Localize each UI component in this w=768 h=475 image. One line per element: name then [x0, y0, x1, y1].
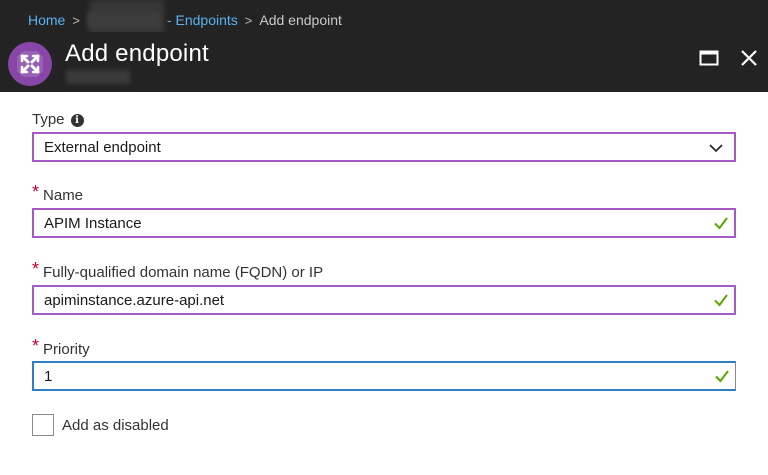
breadcrumb-separator: >	[244, 12, 253, 28]
priority-label: * Priority	[32, 336, 90, 359]
valid-check-icon	[715, 370, 729, 383]
name-input-value: APIM Instance	[44, 215, 142, 232]
priority-label-text: Priority	[43, 341, 90, 358]
page-title: Add endpoint	[65, 40, 209, 67]
priority-input[interactable]: 1	[32, 361, 736, 391]
breadcrumb-endpoints-link[interactable]: - Endpoints	[167, 12, 238, 28]
maximize-icon[interactable]	[697, 46, 721, 70]
valid-check-icon	[714, 217, 728, 230]
required-asterisk: *	[32, 182, 40, 202]
required-asterisk: *	[32, 259, 40, 279]
breadcrumb-redacted-item	[86, 12, 161, 28]
add-as-disabled-checkbox[interactable]	[32, 414, 54, 436]
priority-input-value: 1	[44, 368, 53, 385]
breadcrumb-home-link[interactable]: Home	[28, 12, 65, 28]
traffic-manager-icon	[8, 42, 52, 86]
fqdn-input[interactable]: apiminstance.azure-api.net	[32, 285, 736, 315]
info-icon[interactable]: i	[70, 114, 84, 127]
fqdn-input-value: apiminstance.azure-api.net	[44, 292, 225, 309]
fqdn-label: * Fully-qualified domain name (FQDN) or I…	[32, 259, 324, 282]
blade-header: Add endpoint	[0, 32, 768, 92]
breadcrumb-separator: >	[72, 12, 80, 28]
name-label: * Name	[32, 182, 84, 205]
breadcrumb-current: Add endpoint	[259, 12, 342, 28]
required-asterisk: *	[32, 336, 40, 356]
type-dropdown[interactable]: External endpoint	[32, 132, 736, 162]
type-label-text: Type	[32, 111, 65, 128]
valid-check-icon	[714, 294, 728, 307]
redacted-subtitle	[66, 70, 130, 84]
close-icon[interactable]	[737, 46, 761, 70]
name-label-text: Name	[43, 187, 84, 204]
type-label: Type i	[32, 111, 84, 128]
add-as-disabled-label[interactable]: Add as disabled	[62, 417, 169, 434]
name-input[interactable]: APIM Instance	[32, 208, 736, 238]
chevron-down-icon	[709, 144, 723, 153]
fqdn-label-text: Fully-qualified domain name (FQDN) or IP	[43, 264, 324, 281]
type-dropdown-value: External endpoint	[44, 139, 161, 156]
